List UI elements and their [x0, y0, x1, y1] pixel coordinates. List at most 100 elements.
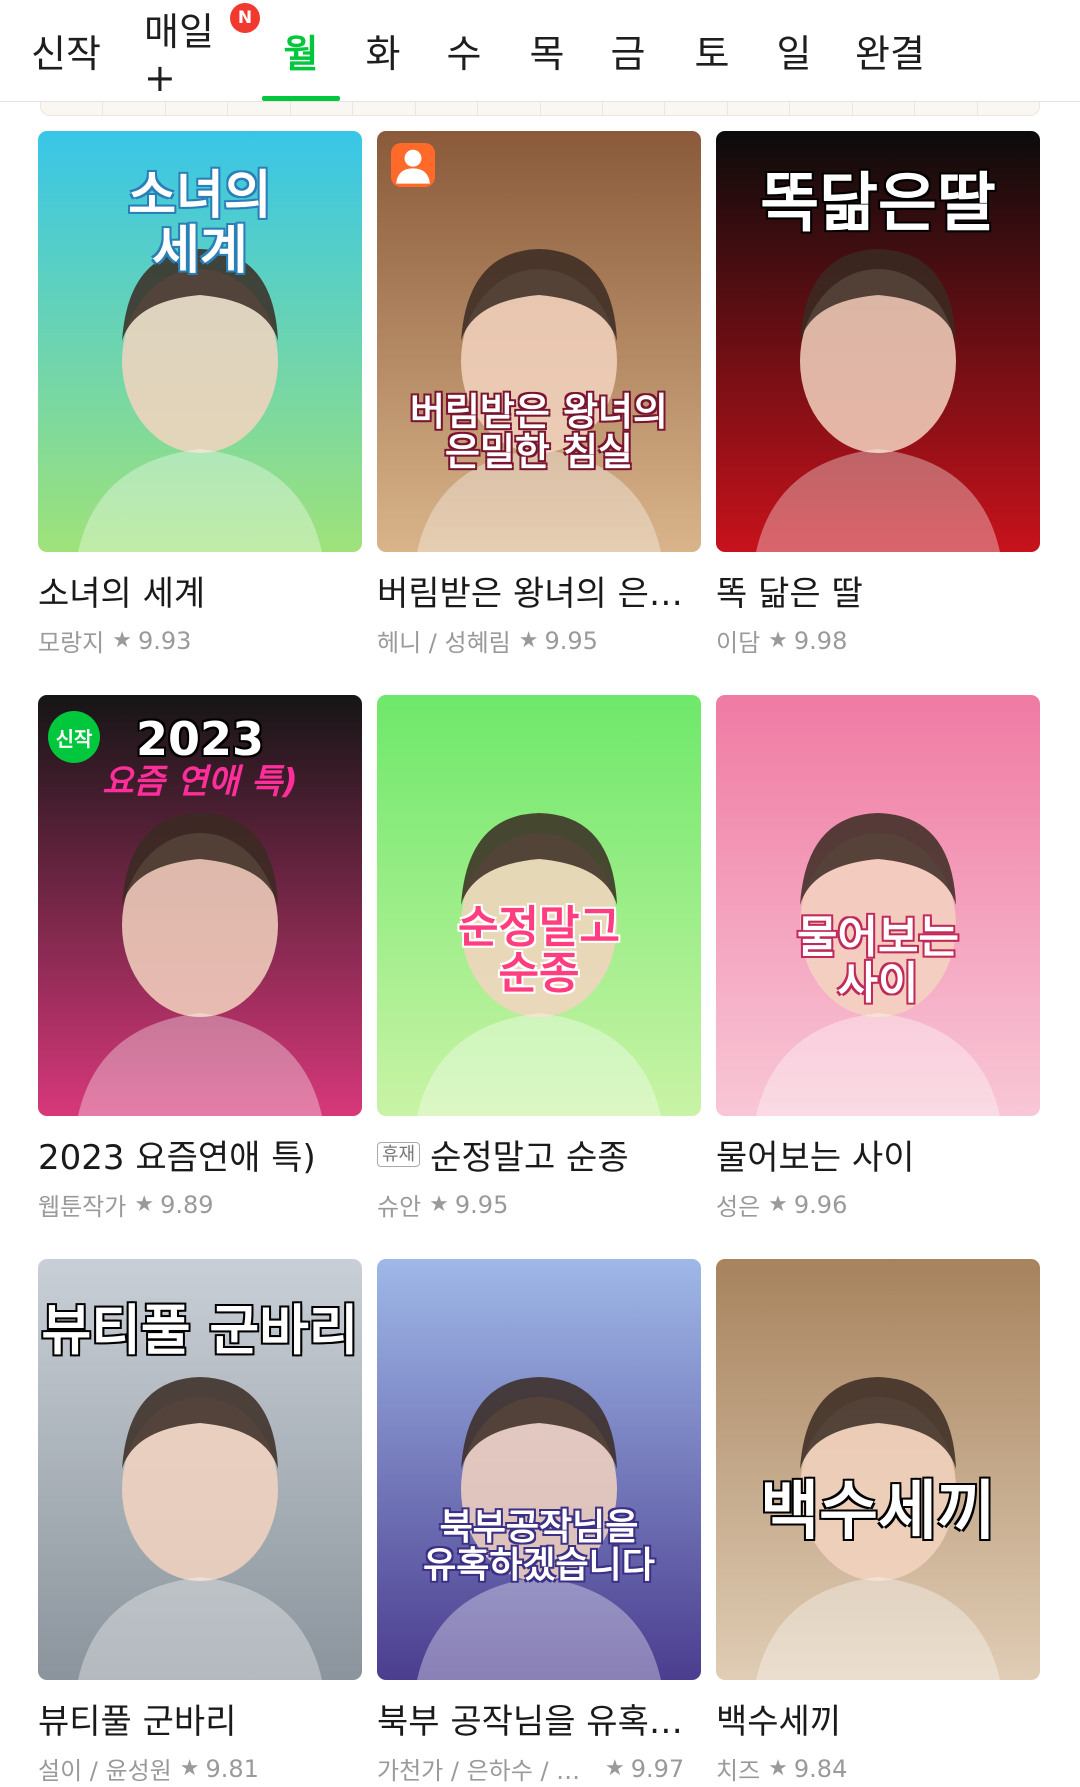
webtoon-title-row[interactable]: 물어보는 사이	[716, 1130, 1040, 1179]
webtoon-meta: 치즈 ★ 9.84	[716, 1751, 1040, 1786]
webtoon-rating: 9.84	[793, 1754, 848, 1783]
webtoon-meta: 헤니 / 성혜림 ★ 9.95	[377, 623, 701, 658]
cover-title-text: 뷰티풀 군바리	[41, 1299, 359, 1362]
tab-label: 신작	[31, 31, 101, 76]
webtoon-thumbnail[interactable]: 순정말고 순종	[377, 695, 701, 1116]
webtoon-card[interactable]: 백수세끼 백수세끼 치즈 ★ 9.84	[716, 1259, 1040, 1787]
tab-6[interactable]: 목	[502, 0, 592, 100]
webtoon-thumbnail[interactable]: 소녀의 세계	[38, 131, 362, 552]
webtoon-rating: 9.96	[793, 1190, 848, 1219]
webtoon-author: 슈안	[377, 1193, 422, 1221]
cover-title-text: 순정말고 순종	[458, 902, 620, 1000]
webtoon-author: 이담	[716, 629, 761, 657]
cover-art	[716, 1259, 1040, 1680]
webtoon-title: 물어보는 사이	[716, 1138, 915, 1178]
tab-label: 수	[446, 31, 482, 76]
cover-title-text: 물어보는 사이	[797, 912, 959, 1010]
star-icon: ★	[768, 1192, 788, 1217]
tab-10[interactable]: 완결	[845, 0, 935, 100]
webtoon-card[interactable]: 똑닮은딸똑 닮은 딸이담 ★ 9.98	[716, 131, 1040, 695]
webtoon-card[interactable]: 소녀의 세계 소녀의 세계 모랑지 ★ 9.93	[38, 131, 362, 695]
cover-title-text: 버림받은 왕녀의 은밀한 침실	[410, 390, 668, 474]
webtoon-title: 똑 닮은 딸	[716, 574, 863, 614]
webtoon-title: 버림받은 왕녀의 은밀한 침실	[377, 574, 701, 614]
cover-art	[377, 1259, 701, 1680]
webtoon-thumbnail[interactable]: 버림받은 왕녀의 은밀한 침실	[377, 131, 701, 552]
webtoon-title-row[interactable]: 북부 공작님을 유혹하겠습니다	[377, 1694, 701, 1743]
star-icon: ★	[134, 1192, 155, 1217]
webtoon-title: 백수세끼	[716, 1702, 842, 1742]
star-icon: ★	[768, 628, 788, 653]
tab-label: 월	[283, 31, 319, 76]
webtoon-title: 2023 요즘연애 특)	[38, 1138, 316, 1178]
webtoon-rating: 9.97	[630, 1754, 685, 1783]
tab-9[interactable]: 일	[749, 0, 839, 100]
tab-label: 화	[365, 31, 401, 76]
tab-label: 목	[529, 31, 565, 76]
webtoon-card[interactable]: 북부공작님을 유혹하겠습니다북부 공작님을 유혹하겠습니다가천가 / 은하수 /…	[377, 1259, 701, 1787]
star-icon: ★	[518, 628, 539, 653]
cover-title-text: 똑닮은딸	[760, 167, 996, 241]
webtoon-title-row[interactable]: 백수세끼	[716, 1694, 1040, 1743]
star-icon: ★	[605, 1756, 625, 1781]
webtoon-title-row[interactable]: 소녀의 세계	[38, 566, 362, 615]
webtoon-thumbnail[interactable]: 똑닮은딸	[716, 131, 1040, 552]
cover-title-text: 소녀의 세계	[128, 166, 272, 281]
active-tab-underline	[262, 96, 340, 101]
tab-label: 매일+ N	[144, 1, 260, 100]
webtoon-card[interactable]: 순정말고 순종휴재 순정말고 순종슈안 ★ 9.95	[377, 695, 701, 1259]
tab-label: 일	[776, 31, 812, 76]
webtoon-title: 소녀의 세계	[38, 574, 206, 614]
tab-label: 토	[694, 31, 730, 76]
webtoon-grid: 소녀의 세계 소녀의 세계 모랑지 ★ 9.93 버림받은 왕녀의 은밀한 침실 버림받은 …	[38, 131, 1042, 1787]
cover-title-text: 백수세끼	[760, 1475, 996, 1549]
webtoon-meta: 가천가 / 은하수 / 주… ★ 9.97	[377, 1751, 701, 1786]
tab-2[interactable]: 매일+ N	[144, 0, 260, 100]
webtoon-meta: 슈안 ★ 9.95	[377, 1187, 701, 1222]
webtoon-title-row[interactable]: 똑 닮은 딸	[716, 566, 1040, 615]
webtoon-title-row[interactable]: 뷰티풀 군바리	[38, 1694, 362, 1743]
webtoon-rating: 9.95	[454, 1190, 509, 1219]
webtoon-meta: 성은 ★ 9.96	[716, 1187, 1040, 1222]
star-icon: ★	[179, 1756, 200, 1781]
webtoon-rating: 9.89	[160, 1190, 214, 1219]
webtoon-title-row[interactable]: 휴재 순정말고 순종	[377, 1130, 701, 1179]
cover-subtitle-text: 요즘 연애 특)	[102, 762, 298, 802]
star-icon: ★	[112, 628, 132, 653]
webtoon-card[interactable]: 2023 요즘 연애 특) 신작 2023 요즘연애 특) 웹툰작가 ★ 9.89	[38, 695, 362, 1259]
webtoon-rating: 9.98	[793, 626, 848, 655]
webtoon-meta: 이담 ★ 9.98	[716, 623, 1040, 658]
webtoon-card[interactable]: 물어보는 사이 물어보는 사이 성은 ★ 9.96	[716, 695, 1040, 1259]
tab-1[interactable]: 신작	[21, 0, 111, 100]
hiatus-tag: 휴재	[377, 1141, 421, 1168]
cover-title-text: 북부공작님을 유혹하겠습니다	[423, 1507, 655, 1586]
new-series-badge: 신작	[48, 711, 100, 763]
webtoon-author: 설이 / 윤성원	[38, 1757, 172, 1785]
cover-art	[716, 695, 1040, 1116]
cover-art	[377, 131, 701, 552]
tab-5[interactable]: 수	[419, 0, 509, 100]
tab-3[interactable]: 월	[256, 0, 346, 101]
webtoon-thumbnail[interactable]: 백수세끼	[716, 1259, 1040, 1680]
webtoon-title: 북부 공작님을 유혹하겠습니다	[377, 1702, 701, 1742]
webtoon-author: 치즈	[716, 1757, 761, 1785]
tab-4[interactable]: 화	[338, 0, 428, 100]
star-icon: ★	[429, 1192, 449, 1217]
webtoon-meta: 설이 / 윤성원 ★ 9.81	[38, 1751, 362, 1786]
webtoon-author: 가천가 / 은하수 / 주…	[377, 1757, 597, 1785]
webtoon-thumbnail[interactable]: 뷰티풀 군바리	[38, 1259, 362, 1680]
webtoon-title-row[interactable]: 2023 요즘연애 특)	[38, 1130, 362, 1179]
webtoon-author: 웹툰작가	[38, 1193, 127, 1221]
webtoon-meta: 모랑지 ★ 9.93	[38, 623, 362, 658]
webtoon-thumbnail[interactable]: 2023 요즘 연애 특) 신작	[38, 695, 362, 1116]
webtoon-card[interactable]: 버림받은 왕녀의 은밀한 침실버림받은 왕녀의 은밀한 침실헤니 / 성혜림★9…	[377, 131, 701, 695]
tab-7[interactable]: 금	[583, 0, 673, 100]
webtoon-card[interactable]: 뷰티풀 군바리 뷰티풀 군바리 설이 / 윤성원 ★ 9.81	[38, 1259, 362, 1787]
tab-8[interactable]: 토	[667, 0, 757, 100]
webtoon-author: 헤니 / 성혜림	[377, 629, 511, 657]
webtoon-title-row[interactable]: 버림받은 왕녀의 은밀한 침실	[377, 566, 701, 615]
day-tab-bar: 신작 매일+ N 월 화 수 목 금 토 일 완결	[0, 0, 1080, 102]
tab-label: 완결	[855, 31, 925, 76]
webtoon-thumbnail[interactable]: 물어보는 사이	[716, 695, 1040, 1116]
webtoon-thumbnail[interactable]: 북부공작님을 유혹하겠습니다	[377, 1259, 701, 1680]
